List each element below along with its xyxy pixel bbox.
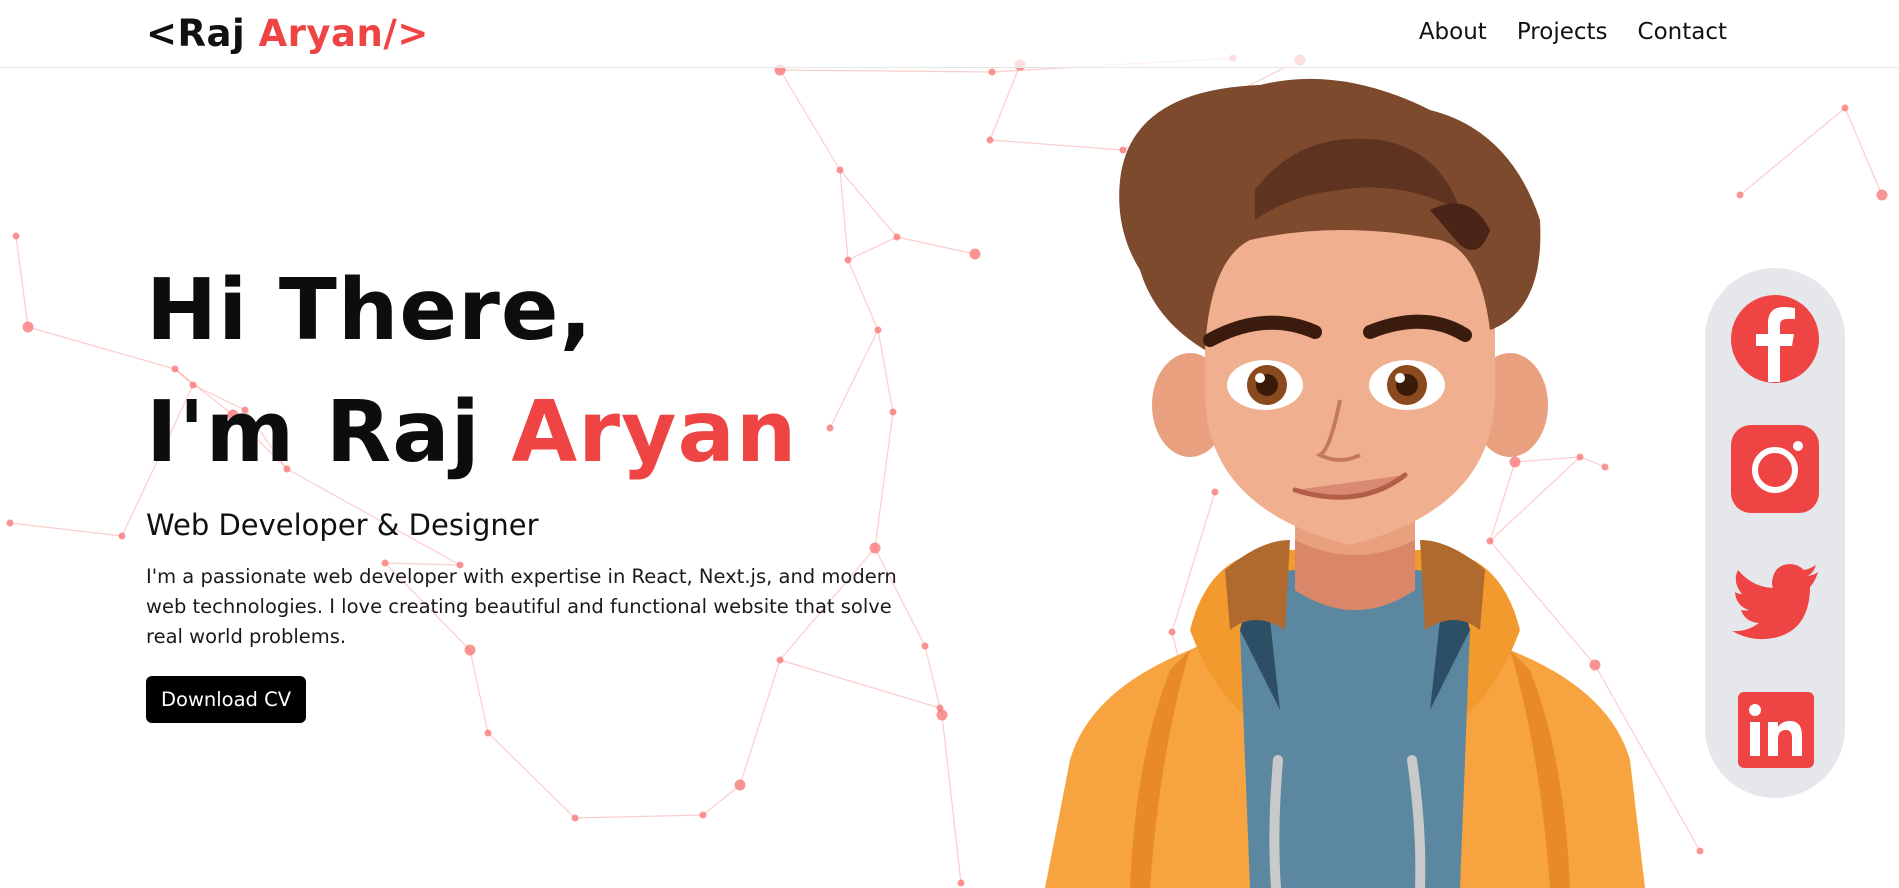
network-node: [6, 519, 14, 527]
facebook-icon[interactable]: [1730, 294, 1820, 384]
nav-links: About Projects Contact: [1419, 19, 1727, 45]
network-line: [779, 69, 993, 73]
network-line: [896, 236, 976, 255]
network-node: [1736, 191, 1744, 199]
hero-section: Hi There, I'm Raj Aryan Web Developer & …: [146, 250, 906, 723]
network-node: [893, 233, 901, 241]
instagram-icon[interactable]: [1730, 424, 1820, 514]
network-line: [924, 645, 941, 709]
network-line: [989, 64, 1021, 141]
hero-heading: Hi There, I'm Raj Aryan: [146, 250, 906, 494]
social-links-panel: [1705, 268, 1845, 798]
download-cv-button[interactable]: Download CV: [146, 676, 307, 723]
twitter-icon[interactable]: [1730, 554, 1820, 644]
logo-accent-text: Aryan/>: [258, 12, 429, 55]
network-line: [1844, 107, 1883, 196]
network-node: [936, 709, 948, 721]
hero-heading-line1: Hi There,: [146, 261, 593, 360]
logo[interactable]: <Raj Aryan/>: [146, 12, 429, 55]
network-node: [986, 136, 994, 144]
network-line: [839, 169, 849, 261]
nav-link-contact[interactable]: Contact: [1638, 19, 1727, 45]
network-node: [571, 814, 579, 822]
network-node: [118, 532, 126, 540]
network-node: [921, 642, 929, 650]
hero-heading-line2: I'm Raj: [146, 383, 512, 482]
network-node: [957, 879, 965, 887]
logo-text: <Raj: [146, 12, 259, 55]
network-line: [574, 814, 704, 819]
network-line: [1739, 107, 1846, 196]
nav-link-about[interactable]: About: [1419, 19, 1487, 45]
network-node: [12, 232, 20, 240]
network-line: [702, 784, 741, 816]
network-node: [1841, 104, 1849, 112]
network-line: [779, 69, 841, 171]
network-node: [988, 68, 996, 76]
network-node: [1696, 847, 1704, 855]
network-line: [941, 714, 962, 884]
network-node: [22, 321, 34, 333]
network-node: [1876, 189, 1888, 201]
network-line: [15, 235, 29, 328]
network-node: [699, 811, 707, 819]
network-node: [484, 729, 492, 737]
navbar: <Raj Aryan/> About Projects Contact: [0, 0, 1899, 68]
nav-link-projects[interactable]: Projects: [1517, 19, 1608, 45]
avatar-illustration: [1045, 78, 1645, 888]
network-node: [734, 779, 746, 791]
network-line: [9, 522, 123, 537]
network-line: [839, 169, 898, 238]
hero-role: Web Developer & Designer: [146, 508, 539, 542]
network-node: [969, 248, 981, 260]
linkedin-icon[interactable]: [1730, 684, 1820, 774]
network-line: [487, 732, 576, 819]
hero-heading-accent: Aryan: [511, 383, 798, 482]
network-node: [836, 166, 844, 174]
hero-bio: I'm a passionate web developer with expe…: [146, 565, 897, 648]
